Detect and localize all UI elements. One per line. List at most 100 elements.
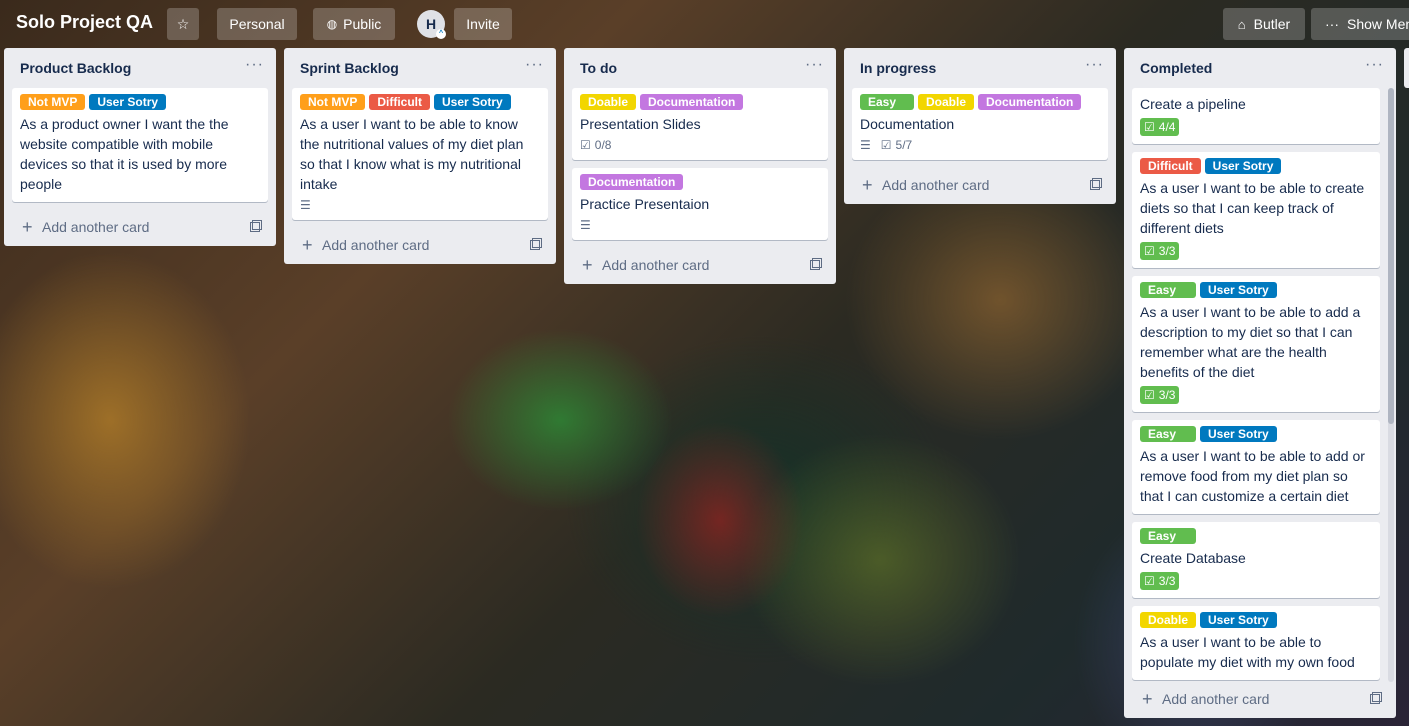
label-user-story[interactable]: User Sotry bbox=[1200, 426, 1277, 442]
card-badges: ☑ 3/3 bbox=[1140, 572, 1372, 590]
card-template-icon[interactable] bbox=[530, 238, 542, 250]
list-completed: Completed ··· Create a pipeline ☑ 4/4 Di… bbox=[1124, 48, 1396, 718]
card-labels: Not MVP User Sotry bbox=[20, 94, 260, 110]
visibility-label: Public bbox=[343, 16, 382, 32]
visibility-button[interactable]: ◍ Public bbox=[313, 8, 395, 40]
butler-icon: ⌂ bbox=[1237, 16, 1246, 32]
card[interactable]: Difficult User Sotry As a user I want to… bbox=[1132, 152, 1380, 268]
card[interactable]: Doable User Sotry As a user I want to be… bbox=[1132, 606, 1380, 680]
invite-button[interactable]: Invite bbox=[454, 8, 512, 40]
description-icon: ☰ bbox=[580, 218, 591, 232]
label-doable[interactable]: Doable bbox=[580, 94, 637, 110]
label-difficult[interactable]: Difficult bbox=[369, 94, 431, 110]
label-user-story[interactable]: User Sotry bbox=[1200, 612, 1277, 628]
card-template-icon[interactable] bbox=[810, 258, 822, 270]
checklist-icon: ☑ bbox=[1144, 574, 1155, 588]
card-template-icon[interactable] bbox=[1090, 178, 1102, 190]
list-menu-icon[interactable]: ··· bbox=[1365, 56, 1384, 74]
card[interactable]: Easy Doable Documentation Documentation … bbox=[852, 88, 1108, 160]
checklist-badge: ☑ 5/7 bbox=[881, 138, 912, 152]
globe-icon: ◍ bbox=[326, 17, 338, 31]
label-user-story[interactable]: User Sotry bbox=[434, 94, 511, 110]
plus-icon: + bbox=[22, 217, 33, 237]
add-card-label: Add another card bbox=[42, 219, 150, 235]
label-documentation[interactable]: Documentation bbox=[580, 174, 684, 190]
add-card-button[interactable]: + Add another card bbox=[284, 228, 556, 264]
list-header: Completed ··· bbox=[1124, 48, 1396, 88]
add-card-button[interactable]: + Add another card bbox=[1124, 682, 1396, 718]
butler-label: Butler bbox=[1253, 16, 1291, 32]
show-menu-button[interactable]: ··· Show Menu bbox=[1311, 8, 1409, 40]
list-menu-icon[interactable]: ··· bbox=[1085, 56, 1104, 74]
add-card-label: Add another card bbox=[322, 237, 430, 253]
board-title[interactable]: Solo Project QA bbox=[16, 12, 153, 33]
label-documentation[interactable]: Documentation bbox=[978, 94, 1082, 110]
checklist-count: 3/3 bbox=[1158, 244, 1176, 258]
description-icon: ☰ bbox=[300, 198, 311, 212]
card[interactable]: Create a pipeline ☑ 4/4 bbox=[1132, 88, 1380, 144]
add-card-label: Add another card bbox=[602, 257, 710, 273]
label-difficult[interactable]: Difficult bbox=[1140, 158, 1201, 174]
list-title[interactable]: Sprint Backlog bbox=[300, 60, 399, 76]
label-user-story[interactable]: User Sotry bbox=[1200, 282, 1277, 298]
card[interactable]: Doable Documentation Presentation Slides… bbox=[572, 88, 828, 160]
label-not-mvp[interactable]: Not MVP bbox=[300, 94, 366, 110]
description-icon: ☰ bbox=[860, 138, 871, 152]
card[interactable]: Easy User Sotry As a user I want to be a… bbox=[1132, 420, 1380, 514]
butler-button[interactable]: ⌂ Butler bbox=[1223, 8, 1305, 40]
list-title[interactable]: To do bbox=[580, 60, 617, 76]
label-user-story[interactable]: User Sotry bbox=[1204, 158, 1282, 174]
scrollbar-thumb[interactable] bbox=[1388, 88, 1394, 424]
card-labels: Difficult User Sotry bbox=[1140, 158, 1372, 174]
label-user-story[interactable]: User Sotry bbox=[89, 94, 167, 110]
add-card-button[interactable]: + Add another card bbox=[844, 168, 1116, 204]
list-cards-scroll[interactable]: Create a pipeline ☑ 4/4 Difficult User S… bbox=[1124, 88, 1388, 682]
label-doable[interactable]: Doable bbox=[1140, 612, 1197, 628]
card-badges: ☑ 3/3 bbox=[1140, 386, 1372, 404]
list-title[interactable]: In progress bbox=[860, 60, 936, 76]
label-easy[interactable]: Easy bbox=[1140, 528, 1196, 544]
member-avatar[interactable]: H ^ bbox=[417, 10, 446, 39]
checklist-icon: ☑ bbox=[580, 138, 591, 152]
card-badges: ☰ bbox=[300, 198, 540, 212]
card-badges: ☰ ☑ 5/7 bbox=[860, 138, 1100, 152]
list-sprint-backlog: Sprint Backlog ··· Not MVP Difficult Use… bbox=[284, 48, 556, 264]
add-card-button[interactable]: + Add another card bbox=[564, 248, 836, 284]
card[interactable]: Easy User Sotry As a user I want to be a… bbox=[1132, 276, 1380, 412]
card[interactable]: Not MVP Difficult User Sotry As a user I… bbox=[292, 88, 548, 220]
show-menu-label: Show Menu bbox=[1347, 16, 1409, 32]
list-menu-icon[interactable]: ··· bbox=[805, 56, 824, 74]
plus-icon: + bbox=[1142, 689, 1153, 709]
list-title[interactable]: Product Backlog bbox=[20, 60, 131, 76]
card-title: As a user I want to be able to add a des… bbox=[1140, 304, 1361, 380]
label-not-mvp[interactable]: Not MVP bbox=[20, 94, 86, 110]
label-easy[interactable]: Easy bbox=[1140, 282, 1196, 298]
personal-button[interactable]: Personal bbox=[217, 8, 297, 40]
add-card-label: Add another card bbox=[882, 177, 990, 193]
card-badges: ☑ 0/8 bbox=[580, 138, 820, 152]
label-documentation[interactable]: Documentation bbox=[640, 94, 744, 110]
board-header: Solo Project QA ☆ Personal ◍ Public H ^ … bbox=[0, 0, 1409, 48]
label-doable[interactable]: Doable bbox=[918, 94, 975, 110]
card-labels: Easy User Sotry bbox=[1140, 426, 1372, 442]
list-menu-icon[interactable]: ··· bbox=[245, 56, 264, 74]
card-template-icon[interactable] bbox=[1370, 692, 1382, 704]
card-title: Presentation Slides bbox=[580, 116, 701, 132]
label-easy[interactable]: Easy bbox=[1140, 426, 1196, 442]
checklist-badge: ☑ 4/4 bbox=[1140, 118, 1180, 136]
star-button[interactable]: ☆ bbox=[167, 8, 199, 40]
next-list-edge bbox=[1404, 48, 1409, 88]
label-easy[interactable]: Easy bbox=[860, 94, 914, 110]
checklist-icon: ☑ bbox=[1144, 244, 1155, 258]
list-title[interactable]: Completed bbox=[1140, 60, 1212, 76]
card[interactable]: Easy Create Database ☑ 3/3 bbox=[1132, 522, 1380, 598]
card[interactable]: Documentation Practice Presentaion ☰ bbox=[572, 168, 828, 240]
list-scrollbar[interactable] bbox=[1388, 88, 1394, 682]
add-card-button[interactable]: + Add another card bbox=[4, 210, 276, 246]
checklist-count: 5/7 bbox=[895, 138, 913, 152]
card[interactable]: Not MVP User Sotry As a product owner I … bbox=[12, 88, 268, 202]
card-template-icon[interactable] bbox=[250, 220, 262, 232]
card-title: As a user I want to be able to know the … bbox=[300, 116, 524, 192]
plus-icon: + bbox=[302, 235, 313, 255]
list-menu-icon[interactable]: ··· bbox=[525, 56, 544, 74]
